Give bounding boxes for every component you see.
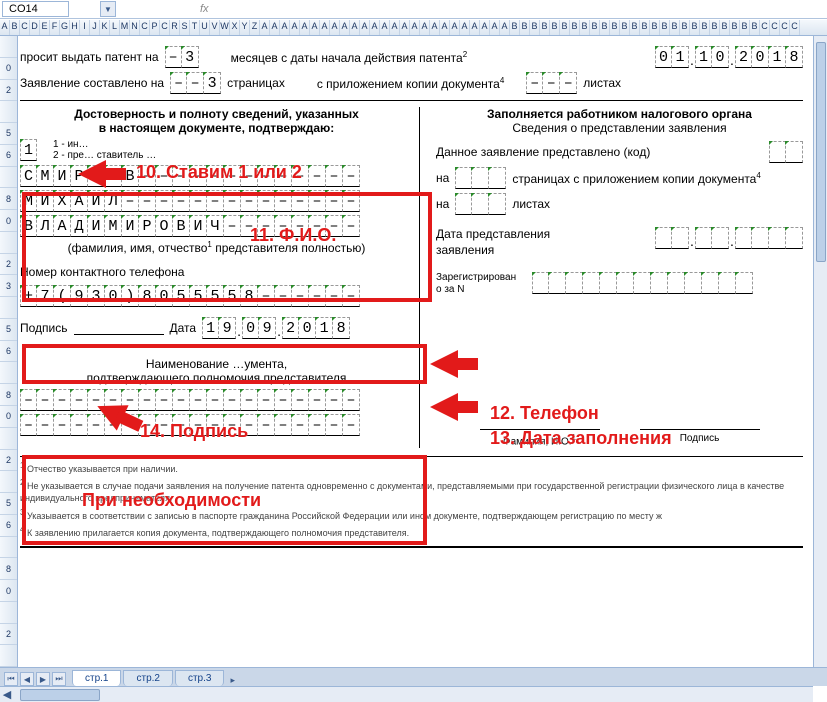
tab-scroll-icon[interactable]: ▸ bbox=[230, 675, 235, 686]
tab-nav-prev[interactable]: ◀ bbox=[20, 672, 34, 686]
fx-label: fx bbox=[200, 3, 209, 15]
submission-date-label: Дата представлениязаявления bbox=[436, 227, 550, 258]
submitted-code-label: Данное заявление представлено (код) bbox=[436, 145, 650, 159]
tax-office-section: Заполняется работником налогового органа… bbox=[430, 107, 803, 448]
formula-bar bbox=[0, 18, 827, 19]
highlight-box-fio bbox=[22, 192, 432, 302]
choice-options: 1 - ин…2 - пре… ставитель … bbox=[53, 139, 156, 161]
name-box[interactable]: CO14 bbox=[2, 1, 69, 17]
pages-label: страницах bbox=[227, 76, 285, 90]
callout-12: 12. Телефон bbox=[490, 403, 599, 424]
horizontal-scrollbar[interactable]: ◀ bbox=[0, 686, 813, 702]
patent-date-cells: 01.10.2018 bbox=[655, 46, 803, 68]
submitted-code-cells bbox=[769, 141, 803, 163]
patent-months-cells: –3 bbox=[165, 46, 199, 68]
callout-13: 13. Дата заполнения bbox=[490, 428, 672, 449]
sheet-tab-2[interactable]: стр.2 bbox=[123, 670, 172, 686]
application-pages-cells: ––3 bbox=[170, 72, 221, 94]
arrow-icon bbox=[430, 393, 458, 421]
sign-date-cells: 19.09.2018 bbox=[202, 317, 350, 339]
confirm-header-1: Достоверность и полноту сведений, указан… bbox=[20, 107, 413, 121]
arrow-icon bbox=[430, 350, 458, 378]
tab-nav-first[interactable]: ⏮ bbox=[4, 672, 18, 686]
on-label-2: на bbox=[436, 197, 449, 211]
sheets-label: листах bbox=[583, 76, 621, 90]
sheets-label-2: листах bbox=[512, 197, 550, 211]
pages-cells bbox=[455, 167, 506, 189]
highlight-box-phone bbox=[22, 344, 427, 384]
on-label-1: на bbox=[436, 171, 449, 185]
date-label: Дата bbox=[170, 321, 197, 335]
name-box-dropdown[interactable]: ▼ bbox=[100, 1, 116, 17]
tax-subheader: Сведения о представлении заявления bbox=[436, 121, 803, 135]
row-headers[interactable]: 025680235680256802 bbox=[0, 36, 18, 667]
tab-nav-next[interactable]: ▶ bbox=[36, 672, 50, 686]
patent-months-text: месяцев с даты начала действия патента2 bbox=[231, 50, 468, 65]
tax-header: Заполняется работником налогового органа bbox=[436, 107, 803, 121]
registered-cells bbox=[532, 272, 753, 294]
sheet-tab-3[interactable]: стр.3 bbox=[175, 670, 224, 686]
pages-attachment-label: страницах с приложением копии документа4 bbox=[512, 171, 761, 186]
callout-11: 11. Ф.И.О. bbox=[250, 225, 336, 246]
callout-15: При необходимости bbox=[82, 490, 261, 511]
callout-10: 10. Ставим 1 или 2 bbox=[136, 162, 302, 183]
signature-label: Подпись bbox=[20, 321, 68, 335]
callout-14: 14. Подпись bbox=[140, 421, 248, 442]
column-headers[interactable]: ABCDEFGHIJKLMNCPCRSTUVWXYZAAAAAAAAAAAAAA… bbox=[0, 20, 827, 36]
registered-label: Зарегистрировано за N bbox=[436, 272, 526, 296]
choice-cell: 1 bbox=[20, 139, 37, 161]
vertical-scrollbar[interactable] bbox=[813, 36, 827, 686]
signature-line bbox=[74, 321, 164, 335]
sheet-tab-bar: ⏮ ◀ ▶ ⏭ стр.1 стр.2 стр.3 ▸ bbox=[0, 667, 827, 686]
confirm-header-2: в настоящем документе, подтверждаю: bbox=[20, 121, 413, 135]
arrow-icon bbox=[78, 160, 106, 188]
sheet-tab-1[interactable]: стр.1 bbox=[72, 670, 121, 686]
sheets-cells bbox=[455, 193, 506, 215]
patent-request-label: просит выдать патент на bbox=[20, 50, 159, 64]
tab-nav-last[interactable]: ⏭ bbox=[52, 672, 66, 686]
application-pages-label: Заявление составлено на bbox=[20, 76, 164, 90]
attachment-label: с приложением копии документа4 bbox=[317, 76, 504, 91]
submission-date-cells: .. bbox=[655, 227, 803, 249]
attachment-sheets-cells: ––– bbox=[526, 72, 577, 94]
